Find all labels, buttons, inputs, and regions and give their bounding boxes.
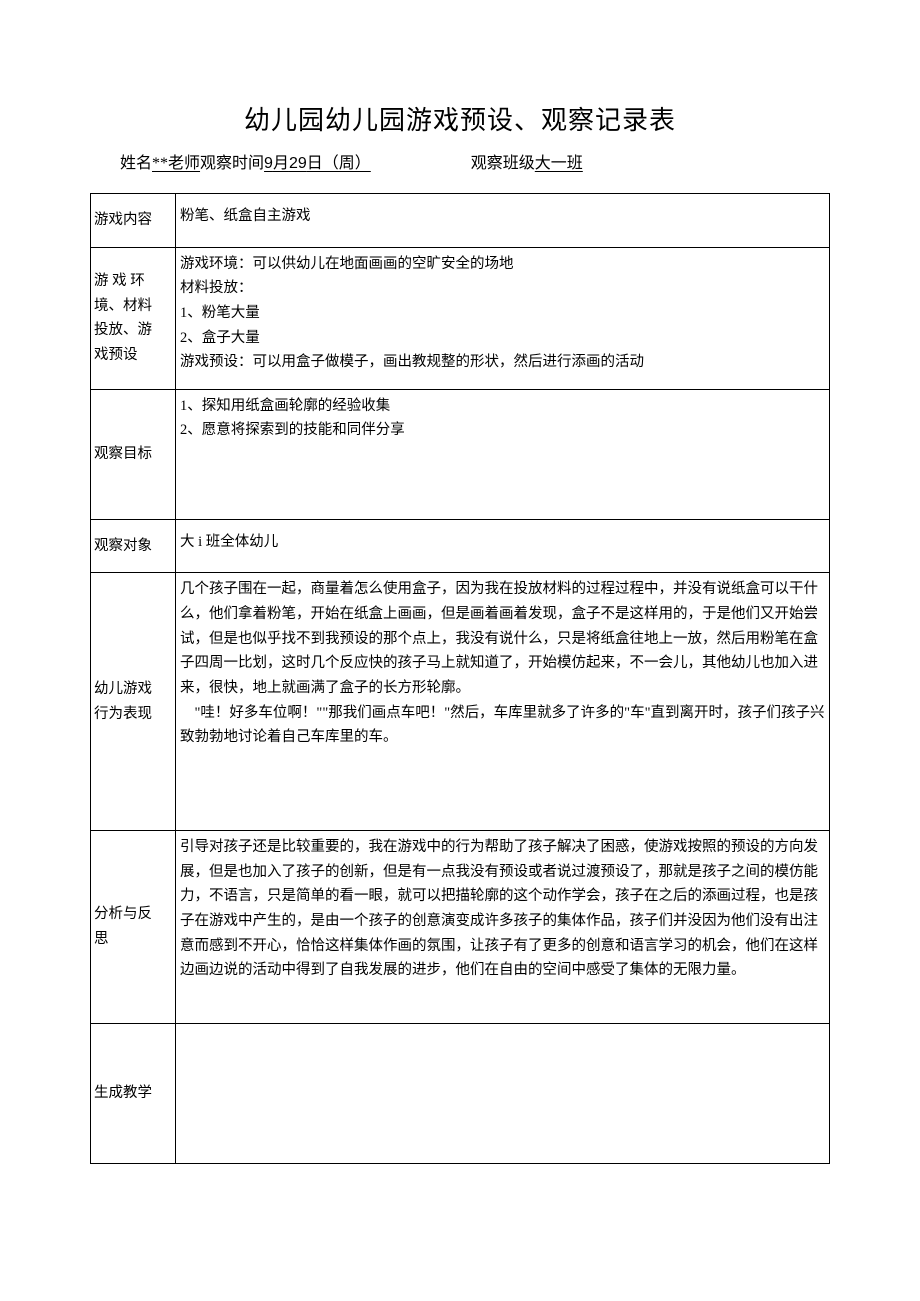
row-label-goal: 观察目标 <box>91 389 176 519</box>
table-row: 观察对象 大 i 班全体幼儿 <box>91 519 830 573</box>
table-row: 幼儿游戏 行为表现 几个孩子围在一起，商量着怎么使用盒子，因为我在投放材料的过程… <box>91 573 830 830</box>
row-label-behavior: 幼儿游戏 行为表现 <box>91 573 176 830</box>
row-label-subject: 观察对象 <box>91 519 176 573</box>
time-value: 9月29日（周） <box>264 155 371 172</box>
table-row: 游戏内容 粉笔、纸盒自主游戏 <box>91 194 830 248</box>
table-row: 游 戏 环 境、材料 投放、游 戏预设 游戏环境：可以供幼儿在地面画画的空旷安全… <box>91 247 830 389</box>
name-value: **老师 <box>152 155 200 172</box>
row-value-environment: 游戏环境：可以供幼儿在地面画画的空旷安全的场地 材料投放： 1、粉笔大量 2、盒… <box>176 247 830 389</box>
row-label-generate: 生成教学 <box>91 1023 176 1163</box>
row-value-generate <box>176 1023 830 1163</box>
page-title: 幼儿园幼儿园游戏预设、观察记录表 <box>90 100 830 137</box>
table-row: 观察目标 1、探知用纸盒画轮廓的经验收集 2、愿意将探索到的技能和同伴分享 <box>91 389 830 519</box>
row-value-goal: 1、探知用纸盒画轮廓的经验收集 2、愿意将探索到的技能和同伴分享 <box>176 389 830 519</box>
name-label: 姓名 <box>120 155 152 172</box>
class-value: 大一班 <box>535 155 583 172</box>
time-label: 观察时间 <box>200 155 264 172</box>
row-value-analysis: 引导对孩子还是比较重要的，我在游戏中的行为帮助了孩子解决了困惑，使游戏按照的预设… <box>176 830 830 1023</box>
row-value-subject: 大 i 班全体幼儿 <box>176 519 830 573</box>
row-label-environment: 游 戏 环 境、材料 投放、游 戏预设 <box>91 247 176 389</box>
row-value-content: 粉笔、纸盒自主游戏 <box>176 194 830 248</box>
table-row: 生成教学 <box>91 1023 830 1163</box>
header-info: 姓名**老师观察时间9月29日（周） 观察班级大一班 <box>90 149 830 173</box>
observation-table: 游戏内容 粉笔、纸盒自主游戏 游 戏 环 境、材料 投放、游 戏预设 游戏环境：… <box>90 193 830 1164</box>
class-label: 观察班级 <box>471 155 535 172</box>
row-label-analysis: 分析与反 思 <box>91 830 176 1023</box>
row-value-behavior: 几个孩子围在一起，商量着怎么使用盒子，因为我在投放材料的过程过程中，并没有说纸盒… <box>176 573 830 830</box>
table-row: 分析与反 思 引导对孩子还是比较重要的，我在游戏中的行为帮助了孩子解决了困惑，使… <box>91 830 830 1023</box>
row-label-content: 游戏内容 <box>91 194 176 248</box>
